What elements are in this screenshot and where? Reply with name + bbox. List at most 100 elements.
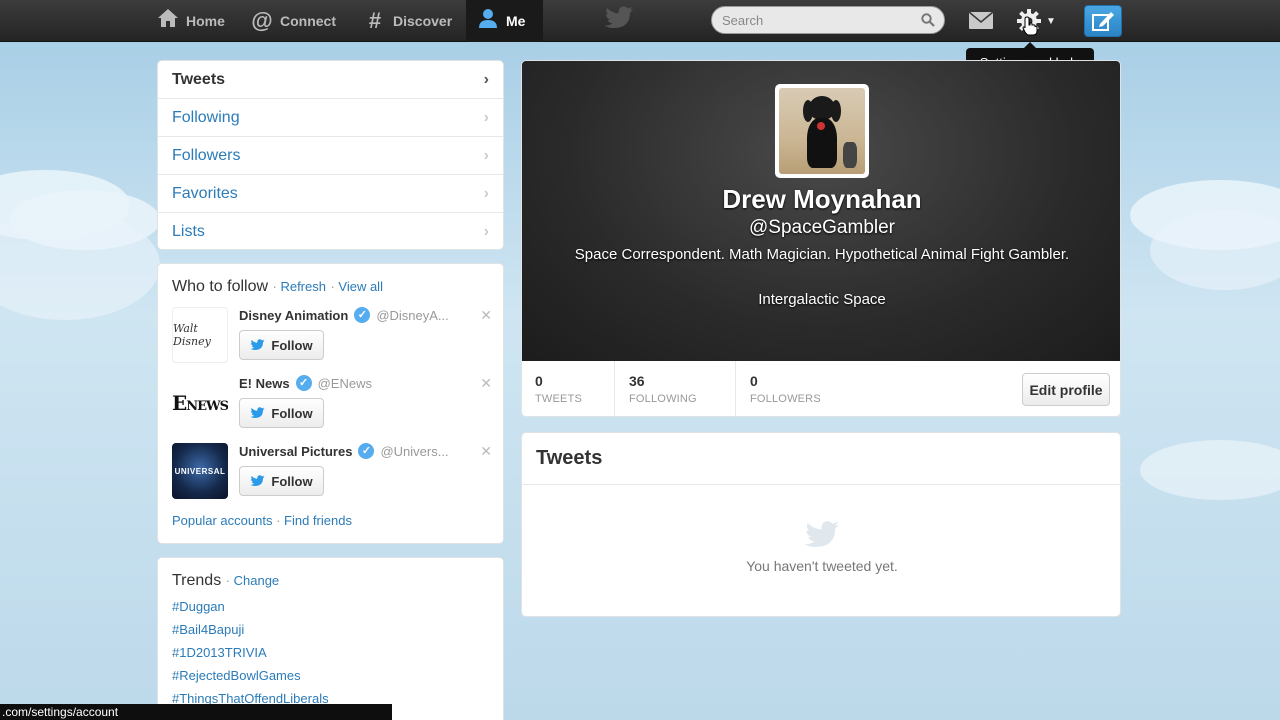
follow-button[interactable]: Follow [239,466,324,496]
profile-nav-tweets[interactable]: Tweets › [158,61,503,99]
profile-nav-label: Following [172,108,240,126]
nav-home[interactable]: Home [150,0,231,42]
profile-avatar[interactable] [775,84,869,178]
nav-home-label: Home [186,13,225,29]
suggestion-handle: @Univers... [380,443,449,459]
suggestion-item: ENEWS E! News ✓ @ENews ✕ Follow [172,375,492,433]
suggestion-handle: @DisneyA... [376,307,449,323]
twitter-bird-icon [250,407,265,418]
profile-nav-lists[interactable]: Lists › [158,213,503,249]
edit-profile-button[interactable]: Edit profile [1022,373,1110,406]
tweets-timeline: Tweets You haven't tweeted yet. [521,432,1122,617]
profile-bio: Space Correspondent. Math Magician. Hypo… [574,246,1070,263]
dismiss-icon[interactable]: ✕ [480,307,492,324]
stat-number: 0 [750,373,758,389]
follow-label: Follow [271,405,313,421]
dog-photo [779,88,865,174]
nav-me[interactable]: Me [466,0,543,42]
change-trends-link[interactable]: Change [234,573,280,588]
stat-label: TWEETS [535,393,583,405]
trends-header: Trends · Change [172,572,280,589]
trend-item[interactable]: #RejectedBowlGames [172,664,489,687]
stat-label: FOLLOWING [629,393,697,405]
profile-nav-label: Followers [172,146,241,164]
chevron-right-icon: › [483,108,489,126]
twitter-bird-icon[interactable] [604,6,634,35]
nav-connect[interactable]: @ Connect [244,0,342,42]
suggestion-name-row: E! News ✓ @ENews [239,375,372,391]
verified-badge-icon: ✓ [354,307,371,323]
stat-number: 36 [629,373,645,389]
avatar[interactable]: Walt Disney [172,307,228,363]
profile-nav-label: Tweets [172,70,226,88]
nav-discover[interactable]: # Discover [357,0,458,42]
who-to-follow-module: Who to follow · Refresh · View all Walt … [157,263,504,544]
who-to-follow-header: Who to follow · Refresh · View all [172,278,383,295]
refresh-link[interactable]: Refresh [280,279,326,294]
search-box[interactable] [711,6,945,34]
dismiss-icon[interactable]: ✕ [480,443,492,460]
profile-header: Drew Moynahan @SpaceGambler Space Corres… [522,61,1120,361]
trend-item[interactable]: #1D2013TRIVIA [172,641,489,664]
avatar[interactable]: UNIVERSAL [172,443,228,499]
chevron-down-icon: ▼ [1046,15,1056,27]
compose-tweet-button[interactable] [1084,5,1122,37]
suggestion-name[interactable]: Universal Pictures [239,444,352,459]
profile-nav-favorites[interactable]: Favorites › [158,175,503,213]
who-to-follow-footer: Popular accounts · Find friends [172,513,352,528]
nav-connect-label: Connect [280,13,336,29]
follow-button[interactable]: Follow [239,398,324,428]
profile-handle: @SpaceGambler [748,217,896,238]
who-to-follow-title: Who to follow [172,278,269,295]
stat-tweets[interactable]: 0 TWEETS [522,361,615,416]
top-navigation-bar: Home @ Connect # Discover Me Search ▼ [0,0,1280,42]
trends-module: Trends · Change #Duggan #Bail4Bapuji #1D… [157,557,504,720]
profile-stats: 0 TWEETS 36 FOLLOWING 0 FOLLOWERS Edit p… [522,361,1120,416]
stat-followers[interactable]: 0 FOLLOWERS [737,361,857,416]
profile-location: Intergalactic Space [758,291,886,308]
find-friends-link[interactable]: Find friends [284,513,352,528]
suggestion-name[interactable]: Disney Animation [239,308,348,323]
profile-nav-followers[interactable]: Followers › [158,137,503,175]
suggestion-item: Walt Disney Disney Animation ✓ @DisneyA.… [172,307,492,365]
profile-card: Drew Moynahan @SpaceGambler Space Corres… [521,60,1121,417]
twitter-bird-icon [250,475,265,486]
empty-timeline-message: You haven't tweeted yet. [746,558,898,574]
profile-name: Drew Moynahan [722,184,922,214]
twitter-bird-icon [804,520,840,555]
trend-item[interactable]: #Duggan [172,595,489,618]
profile-nav-following[interactable]: Following › [158,99,503,137]
nav-me-label: Me [506,13,526,29]
profile-nav-label: Lists [172,223,205,240]
chevron-right-icon: › [483,146,489,164]
home-icon [156,8,180,34]
twitter-bird-icon [250,339,265,350]
compose-icon [1092,12,1114,31]
profile-nav-label: Favorites [172,184,238,202]
profile-nav-module: Tweets › Following › Followers › Favorit… [157,60,504,250]
suggestion-handle: @ENews [317,375,372,391]
envelope-icon[interactable] [968,11,994,35]
stat-label: FOLLOWERS [750,393,821,405]
stat-following[interactable]: 36 FOLLOWING [616,361,736,416]
popular-accounts-link[interactable]: Popular accounts [172,513,272,528]
trend-item[interactable]: #Bail4Bapuji [172,618,489,641]
follow-button[interactable]: Follow [239,330,324,360]
suggestion-name[interactable]: E! News [239,376,290,391]
hash-icon: # [368,8,382,33]
divider [522,484,1122,485]
dismiss-icon[interactable]: ✕ [480,375,492,392]
view-all-link[interactable]: View all [338,279,383,294]
search-icon[interactable] [921,13,935,32]
nav-discover-label: Discover [393,13,453,29]
suggestion-name-row: Universal Pictures ✓ @Univers... [239,443,449,459]
search-input[interactable] [722,12,912,28]
hand-cursor-icon [1022,16,1038,41]
user-icon [476,7,500,35]
follow-label: Follow [271,337,313,353]
stat-number: 0 [535,373,543,389]
avatar[interactable]: ENEWS [172,375,228,431]
chevron-right-icon: › [483,223,489,240]
at-icon: @ [251,8,273,33]
browser-status-url: .com/settings/account [0,704,392,720]
